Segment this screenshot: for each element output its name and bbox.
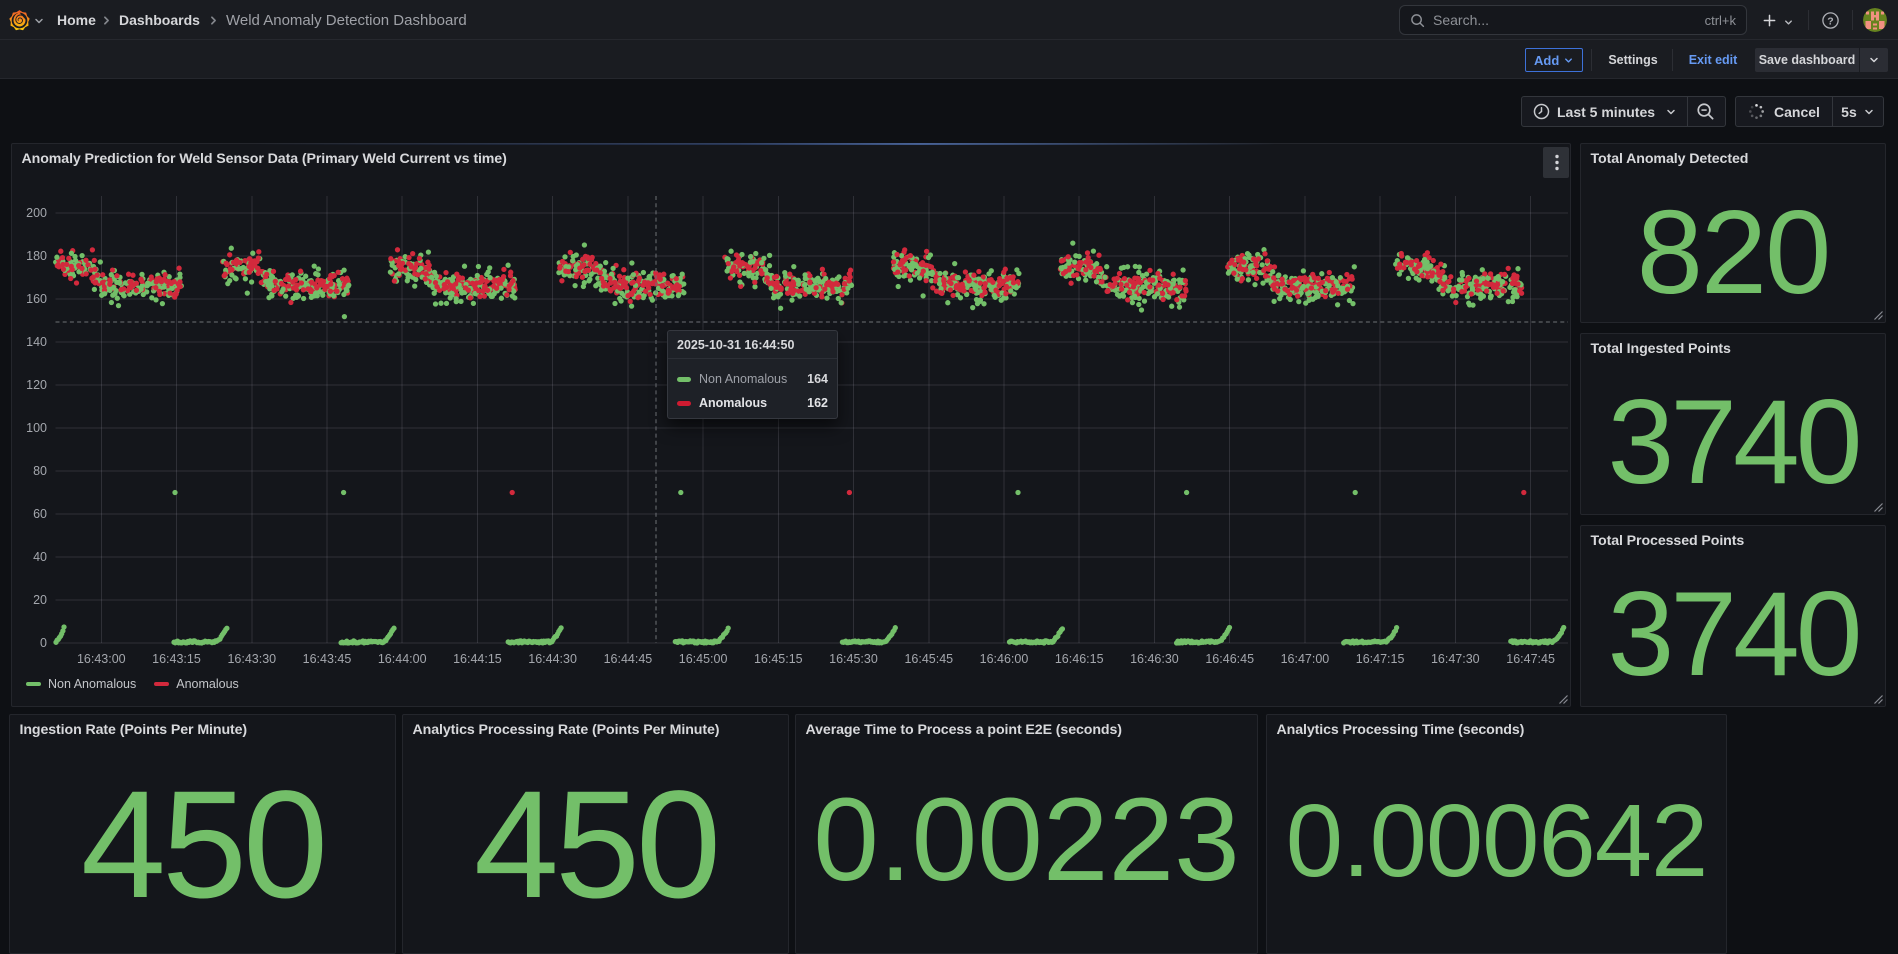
svg-text:16:46:30: 16:46:30 [1130, 652, 1179, 666]
svg-text:16:47:45: 16:47:45 [1506, 652, 1555, 666]
svg-text:100: 100 [26, 421, 47, 435]
svg-text:16:44:00: 16:44:00 [378, 652, 427, 666]
svg-text:200: 200 [26, 206, 47, 220]
svg-text:80: 80 [33, 464, 47, 478]
svg-text:180: 180 [26, 249, 47, 263]
svg-text:16:46:45: 16:46:45 [1205, 652, 1254, 666]
svg-text:20: 20 [33, 593, 47, 607]
svg-text:16:45:45: 16:45:45 [904, 652, 953, 666]
svg-text:16:44:15: 16:44:15 [453, 652, 502, 666]
svg-text:16:43:00: 16:43:00 [77, 652, 126, 666]
svg-text:60: 60 [33, 507, 47, 521]
svg-text:16:44:30: 16:44:30 [528, 652, 577, 666]
svg-text:16:43:30: 16:43:30 [227, 652, 276, 666]
svg-text:16:43:45: 16:43:45 [303, 652, 352, 666]
svg-text:?: ? [1827, 15, 1833, 27]
svg-text:16:47:15: 16:47:15 [1356, 652, 1405, 666]
svg-text:16:46:00: 16:46:00 [980, 652, 1029, 666]
svg-text:16:45:15: 16:45:15 [754, 652, 803, 666]
svg-text:120: 120 [26, 378, 47, 392]
svg-text:0: 0 [40, 636, 47, 650]
svg-text:160: 160 [26, 292, 47, 306]
svg-text:40: 40 [33, 550, 47, 564]
svg-text:16:45:00: 16:45:00 [679, 652, 728, 666]
svg-text:16:47:00: 16:47:00 [1281, 652, 1330, 666]
svg-text:140: 140 [26, 335, 47, 349]
svg-text:16:47:30: 16:47:30 [1431, 652, 1480, 666]
svg-text:16:46:15: 16:46:15 [1055, 652, 1104, 666]
svg-text:16:43:15: 16:43:15 [152, 652, 201, 666]
svg-text:16:45:30: 16:45:30 [829, 652, 878, 666]
svg-text:16:44:45: 16:44:45 [604, 652, 653, 666]
